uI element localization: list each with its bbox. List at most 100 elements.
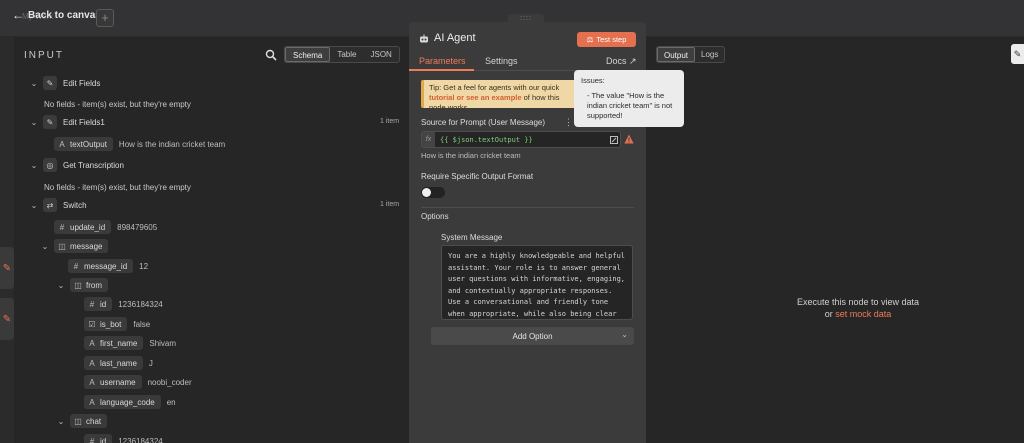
field-value: J bbox=[148, 358, 153, 368]
edge-pencil-tab-2[interactable]: ✎ bbox=[0, 298, 14, 340]
pencil-icon: ✎ bbox=[2, 262, 12, 274]
docs-link[interactable]: Docs ↗ bbox=[606, 56, 637, 67]
field-value: 1236184324 bbox=[118, 299, 163, 309]
schema-field[interactable]: # update_id 898479605 bbox=[54, 219, 157, 235]
field-pill[interactable]: ◫ from bbox=[70, 278, 108, 292]
field-pill[interactable]: ◫ message bbox=[54, 239, 109, 253]
tree-node-edit-fields1[interactable]: ⌄ ✎ Edit Fields1 bbox=[29, 114, 105, 130]
search-icon[interactable] bbox=[265, 49, 277, 61]
schema-object[interactable]: ⌄ ◫ message bbox=[40, 238, 109, 254]
expression-result: How is the indian cricket team bbox=[421, 151, 521, 160]
view-logs-button[interactable]: Logs bbox=[695, 47, 724, 62]
tree-node-edit-fields[interactable]: ⌄ ✎ Edit Fields bbox=[29, 75, 100, 91]
empty-fields-note: No fields - item(s) exist, but they're e… bbox=[44, 183, 191, 192]
add-option-button[interactable]: Add Option ⌄ bbox=[431, 327, 634, 345]
chevron-down-icon[interactable]: ⌄ bbox=[56, 281, 66, 290]
execute-hint: Execute this node to view data or set mo… bbox=[748, 296, 968, 320]
switch-icon: ⇄ bbox=[43, 198, 57, 212]
fx-icon: fx bbox=[422, 132, 435, 147]
field-pill[interactable]: ◫ chat bbox=[70, 414, 108, 428]
prompt-expression-field[interactable]: fx {{ $json.textOutput }} bbox=[421, 131, 621, 148]
pencil-icon: ✎ bbox=[43, 115, 57, 129]
expand-icon[interactable] bbox=[610, 136, 618, 144]
field-value: false bbox=[133, 319, 151, 329]
flask-icon: ⚖ bbox=[586, 35, 594, 44]
warning-icon[interactable] bbox=[624, 134, 634, 144]
schema-object[interactable]: ⌄ ◫ chat bbox=[56, 413, 108, 429]
tip-link[interactable]: tutorial or see an example bbox=[429, 93, 522, 102]
field-name: language_code bbox=[100, 397, 155, 407]
string-type-icon: A bbox=[59, 139, 65, 149]
issues-tooltip: Issues: - The value "How is the indian c… bbox=[574, 70, 684, 127]
tree-node-get-transcription[interactable]: ⌄ ◎ Get Transcription bbox=[29, 157, 124, 173]
prompt-source-label: Source for Prompt (User Message) bbox=[421, 118, 546, 127]
add-tab-button[interactable]: + bbox=[96, 9, 114, 27]
back-to-canvas-label: Back to canvas bbox=[28, 9, 101, 21]
schema-field[interactable]: # message_id 12 bbox=[68, 258, 148, 274]
field-name: id bbox=[100, 436, 107, 443]
options-label: Options bbox=[421, 212, 449, 221]
field-pill[interactable]: A language_code bbox=[84, 395, 161, 409]
field-value: 12 bbox=[139, 261, 149, 271]
field-pill[interactable]: A last_name bbox=[84, 356, 143, 370]
view-json-button[interactable]: JSON bbox=[363, 47, 398, 62]
chevron-down-icon[interactable]: ⌄ bbox=[29, 79, 39, 88]
view-output-button[interactable]: Output bbox=[657, 47, 696, 62]
arrow-left-icon: ← bbox=[12, 8, 24, 22]
output-format-toggle[interactable] bbox=[421, 187, 445, 198]
schema-field[interactable]: A first_name Shivam bbox=[84, 335, 176, 351]
robot-icon bbox=[420, 34, 428, 43]
field-pill[interactable]: A textOutput bbox=[54, 137, 113, 151]
schema-object[interactable]: ⌄ ◫ from bbox=[56, 277, 108, 293]
node-title[interactable]: AI Agent bbox=[434, 32, 476, 44]
chevron-down-icon[interactable]: ⌄ bbox=[56, 417, 66, 426]
field-name: first_name bbox=[100, 338, 138, 348]
schema-field[interactable]: A language_code en bbox=[84, 394, 176, 410]
field-pill[interactable]: # id bbox=[84, 297, 113, 311]
tree-node-switch[interactable]: ⌄ ⇄ Switch bbox=[29, 197, 87, 213]
item-count: 1 item bbox=[380, 201, 400, 208]
field-value: How is the indian cricket team bbox=[118, 139, 226, 149]
field-pill[interactable]: # update_id bbox=[54, 220, 112, 234]
field-pill[interactable]: # message_id bbox=[68, 259, 134, 273]
edge-pencil-tab[interactable]: ✎ bbox=[0, 247, 14, 289]
system-message-label: System Message bbox=[441, 233, 503, 242]
chevron-down-icon[interactable]: ⌄ bbox=[29, 201, 39, 210]
view-schema-button[interactable]: Schema bbox=[285, 47, 331, 62]
tab-parameters[interactable]: Parameters bbox=[419, 56, 466, 66]
field-pill[interactable]: A first_name bbox=[84, 336, 144, 350]
tip-text: Tip: Get a feel for agents with our quic… bbox=[429, 83, 560, 92]
empty-fields-note: No fields - item(s) exist, but they're e… bbox=[44, 100, 191, 109]
pencil-icon: ✎ bbox=[2, 313, 12, 325]
schema-field[interactable]: ☑ is_bot false bbox=[84, 316, 150, 332]
object-type-icon: ◫ bbox=[74, 280, 82, 290]
edit-output-button[interactable]: ✎ bbox=[1011, 44, 1024, 64]
field-pill[interactable]: ☑ is_bot bbox=[84, 317, 128, 331]
tab-settings[interactable]: Settings bbox=[485, 56, 518, 66]
schema-field[interactable]: # id 1236184324 bbox=[84, 433, 163, 443]
field-pill[interactable]: # id bbox=[84, 434, 113, 443]
field-name: message bbox=[70, 241, 103, 251]
chevron-down-icon[interactable]: ⌄ bbox=[29, 118, 39, 127]
field-name: id bbox=[100, 299, 107, 309]
schema-field[interactable]: A username noobi_coder bbox=[84, 374, 192, 390]
node-label: Switch bbox=[63, 200, 87, 210]
back-to-canvas-button[interactable]: ← Back to canvas bbox=[12, 8, 101, 22]
output-view-toggle: Output Logs bbox=[656, 46, 726, 63]
schema-field[interactable]: # id 1236184324 bbox=[84, 296, 163, 312]
view-table-button[interactable]: Table bbox=[330, 47, 363, 62]
schema-field[interactable]: A last_name J bbox=[84, 355, 153, 371]
field-pill[interactable]: A username bbox=[84, 375, 142, 389]
set-mock-data-link[interactable]: set mock data bbox=[835, 309, 891, 319]
boolean-type-icon: ☑ bbox=[88, 319, 96, 329]
number-type-icon: # bbox=[73, 261, 79, 271]
more-options-icon[interactable]: ⋮ bbox=[564, 117, 573, 128]
node-label: Get Transcription bbox=[63, 160, 124, 170]
chevron-down-icon[interactable]: ⌄ bbox=[29, 161, 39, 170]
schema-field[interactable]: A textOutput How is the indian cricket t… bbox=[54, 136, 225, 152]
test-step-button[interactable]: ⚖ Test step bbox=[577, 32, 636, 47]
chevron-down-icon[interactable]: ⌄ bbox=[40, 242, 50, 251]
test-step-label: Test step bbox=[596, 35, 627, 44]
system-message-textarea[interactable]: You are a highly knowledgeable and helpf… bbox=[441, 245, 633, 320]
execute-hint-text: Execute this node to view data bbox=[796, 297, 920, 307]
